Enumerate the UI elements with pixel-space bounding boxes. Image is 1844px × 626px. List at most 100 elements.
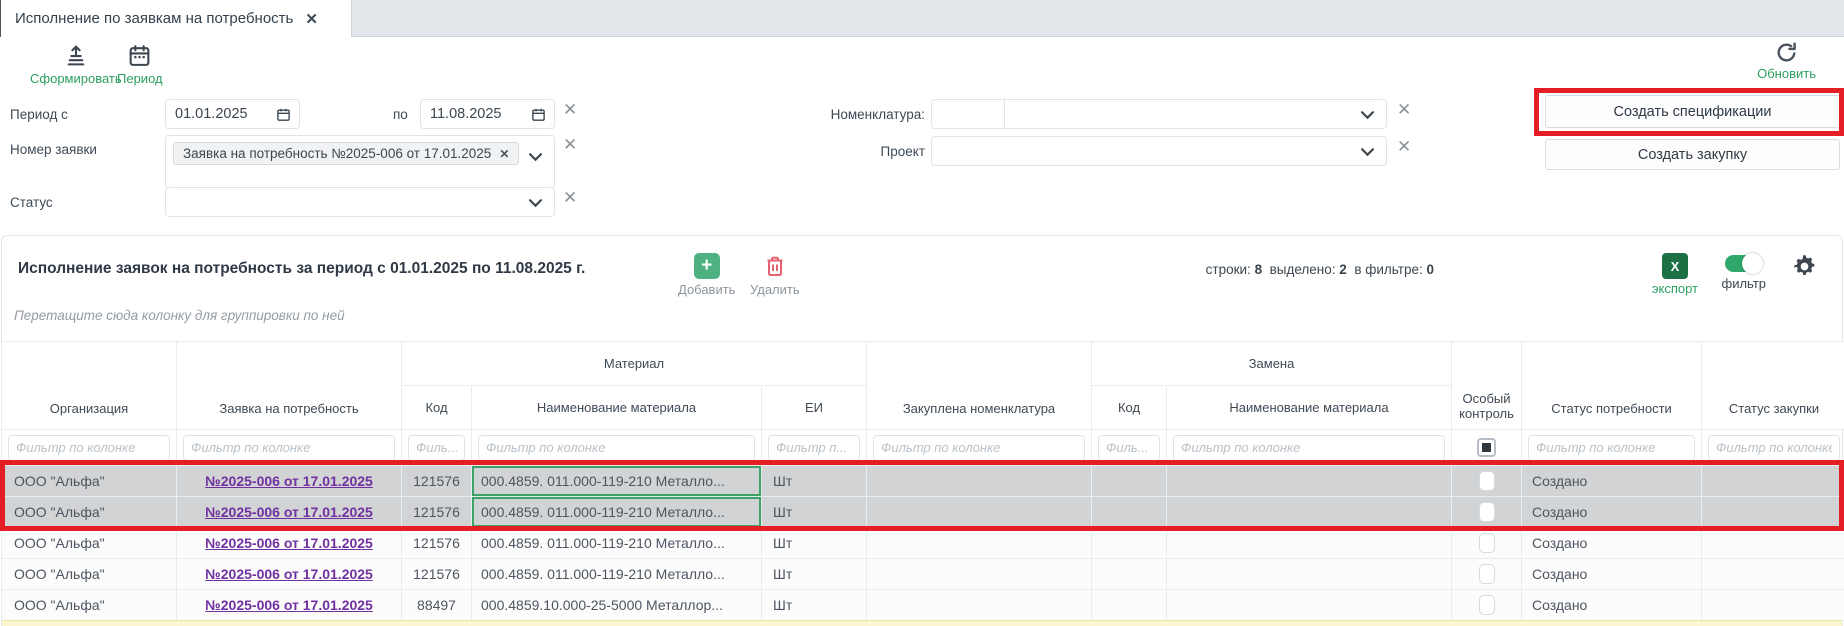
request-link[interactable]: №2025-006 от 17.01.2025 — [205, 535, 373, 551]
cell-replacement-code — [1092, 466, 1167, 497]
app-screen: Исполнение по заявкам на потребность ✕ С… — [0, 0, 1844, 626]
column-header-request[interactable]: Заявка на потребность — [177, 342, 402, 430]
column-header-special-control[interactable]: Особый контроль — [1452, 342, 1522, 430]
cell-replacement-material — [1167, 590, 1452, 621]
calendar-icon[interactable] — [276, 107, 291, 122]
grid-title: Исполнение заявок на потребность за пери… — [18, 260, 585, 278]
filter-replacement-code-input[interactable] — [1098, 435, 1160, 461]
filter-request-input[interactable] — [183, 435, 395, 461]
filter-code-input[interactable] — [408, 435, 465, 461]
special-control-checkbox[interactable] — [1479, 471, 1495, 491]
tab-title: Исполнение по заявкам на потребность — [15, 10, 293, 27]
filter-organization-input[interactable] — [8, 435, 170, 461]
column-header-replacement-material-name[interactable]: Наименование материала — [1167, 386, 1452, 430]
request-tag: Заявка на потребность №2025-006 от 17.01… — [173, 142, 519, 165]
request-link[interactable]: №2025-006 от 17.01.2025 — [205, 473, 373, 489]
selected-count-label: выделено: — [1270, 262, 1336, 277]
period-to-field[interactable] — [420, 99, 555, 129]
filter-purchase-status-input[interactable] — [1708, 435, 1840, 461]
table-row[interactable]: ООО "Альфа" №2025-006 от 17.01.2025 1215… — [2, 466, 1844, 497]
column-header-material-name[interactable]: Наименование материала — [472, 386, 762, 430]
generate-button[interactable]: Сформировать — [30, 43, 122, 86]
cell-code: 88497 — [402, 590, 472, 621]
cell-replacement-code — [1092, 528, 1167, 559]
tab-bar: Исполнение по заявкам на потребность ✕ — [0, 0, 1844, 37]
request-tag-remove-icon[interactable]: ✕ — [499, 147, 509, 161]
filter-toggle-label: фильтр — [1722, 276, 1766, 291]
chevron-down-icon[interactable] — [529, 153, 542, 162]
cell-purchase-status — [1702, 559, 1844, 590]
cell-replacement-material — [1167, 466, 1452, 497]
create-specifications-button[interactable]: Создать спецификации — [1545, 95, 1840, 128]
calendar-icon[interactable] — [531, 107, 546, 122]
table-row[interactable]: ООО "Альфа" №2025-006 от 17.01.2025 8849… — [2, 590, 1844, 621]
nomenclature-code-field[interactable] — [931, 99, 1005, 129]
request-link[interactable]: №2025-006 от 17.01.2025 — [205, 504, 373, 520]
special-control-checkbox[interactable] — [1479, 564, 1495, 584]
request-link[interactable]: №2025-006 от 17.01.2025 — [205, 566, 373, 582]
column-header-code[interactable]: Код — [402, 386, 472, 430]
clear-nomenclature-icon[interactable]: ✕ — [1397, 101, 1411, 118]
generate-report-icon — [63, 43, 89, 68]
clear-project-icon[interactable]: ✕ — [1397, 138, 1411, 155]
cell-organization: ООО "Альфа" — [2, 497, 177, 528]
selected-count-value: 2 — [1339, 262, 1347, 277]
rows-count-label: строки: — [1206, 262, 1251, 277]
column-header-organization[interactable]: Организация — [2, 342, 177, 430]
project-select[interactable] — [931, 136, 1387, 166]
cell-code: 121576 — [402, 559, 472, 590]
special-control-filter-checkbox[interactable] — [1477, 438, 1496, 457]
create-purchase-button[interactable]: Создать закупку — [1545, 139, 1840, 170]
filter-purchased-input[interactable] — [873, 435, 1085, 461]
plus-icon: + — [694, 253, 720, 279]
toggle-on-icon[interactable] — [1725, 255, 1762, 272]
cell-unit: Шт — [762, 497, 867, 528]
cell-purchase-status — [1702, 528, 1844, 559]
chevron-down-icon[interactable] — [1361, 148, 1374, 157]
gear-icon[interactable] — [1791, 253, 1818, 280]
nomenclature-code-input[interactable] — [932, 100, 1004, 128]
clear-period-icon[interactable]: ✕ — [563, 101, 577, 118]
cell-need-status: Создано — [1522, 590, 1702, 621]
special-control-checkbox[interactable] — [1479, 533, 1495, 553]
table-row[interactable]: ООО "Альфа" №2025-006 от 17.01.2025 1215… — [2, 559, 1844, 590]
trash-icon — [763, 253, 787, 279]
filter-material-input[interactable] — [478, 435, 755, 461]
status-select[interactable] — [165, 187, 555, 217]
add-row-button[interactable]: + Добавить — [678, 253, 735, 297]
chevron-down-icon[interactable] — [1361, 111, 1374, 120]
cell-replacement-material — [1167, 497, 1452, 528]
column-header-replacement-code[interactable]: Код — [1092, 386, 1167, 430]
period-from-field[interactable] — [165, 99, 300, 129]
column-header-purchase-status[interactable]: Статус закупки — [1702, 342, 1844, 430]
filter-need-status-input[interactable] — [1528, 435, 1695, 461]
cell-purchase-status — [1702, 497, 1844, 528]
column-header-unit[interactable]: ЕИ — [762, 386, 867, 430]
tab-execution-requests[interactable]: Исполнение по заявкам на потребность ✕ — [0, 0, 352, 37]
cell-purchase-status — [1702, 466, 1844, 497]
special-control-checkbox[interactable] — [1479, 595, 1495, 615]
column-header-need-status[interactable]: Статус потребности — [1522, 342, 1702, 430]
refresh-button[interactable]: Обновить — [1757, 40, 1816, 81]
request-link[interactable]: №2025-006 от 17.01.2025 — [205, 597, 373, 613]
request-number-select[interactable]: Заявка на потребность №2025-006 от 17.01… — [165, 135, 555, 189]
cell-unit: Шт — [762, 590, 867, 621]
column-header-purchased[interactable]: Закуплена номенклатура — [867, 342, 1092, 430]
nomenclature-select[interactable] — [1004, 99, 1387, 129]
clear-status-icon[interactable]: ✕ — [563, 189, 577, 206]
delete-row-button[interactable]: Удалить — [750, 253, 800, 297]
clear-request-icon[interactable]: ✕ — [563, 136, 577, 153]
special-control-checkbox[interactable] — [1479, 502, 1495, 522]
table-row[interactable]: ООО "Альфа" №2025-006 от 17.01.2025 1215… — [2, 528, 1844, 559]
filter-replacement-material-input[interactable] — [1173, 435, 1445, 461]
export-excel-button[interactable]: X экспорт — [1652, 253, 1698, 296]
filter-unit-input[interactable] — [768, 435, 860, 461]
tab-close-icon[interactable]: ✕ — [305, 10, 318, 28]
request-tag-text: Заявка на потребность №2025-006 от 17.01… — [183, 146, 491, 161]
group-drop-zone[interactable]: Перетащите сюда колонку для группировки … — [14, 308, 345, 323]
chevron-down-icon[interactable] — [529, 199, 542, 208]
table-row[interactable]: ООО "Альфа" №2025-006 от 17.01.2025 1215… — [2, 497, 1844, 528]
period-button[interactable]: Период — [117, 43, 163, 86]
filter-toggle[interactable]: фильтр — [1722, 255, 1766, 291]
create-purchase-label: Создать закупку — [1638, 147, 1747, 163]
